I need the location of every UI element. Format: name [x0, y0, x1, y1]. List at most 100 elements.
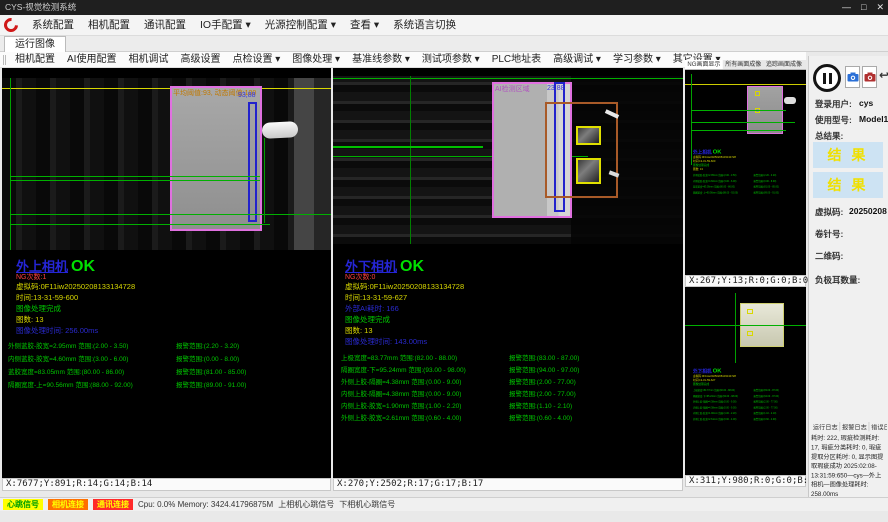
virtual-code-value: 20250208	[849, 206, 887, 216]
mini-measure: 隔圈宽度-上=90.56mm 范围:(88.00 - 92.00)	[693, 190, 753, 194]
close-icon[interactable]: ✕	[876, 0, 884, 15]
camera-record-button[interactable]	[862, 66, 877, 88]
tool-learning-params[interactable]: 学习参数 ▾	[607, 52, 667, 68]
tab-alarm-log[interactable]: 报警日志	[840, 422, 869, 431]
left-cursor-coords: X:7677;Y:891;R:14;G:14;B:14	[2, 478, 331, 491]
middle-camera-image[interactable]: AI检测区域 23.88	[333, 76, 683, 244]
camera-red-icon	[864, 71, 876, 83]
alarm-range: 报警范围:(2.00 - 77.00)	[509, 376, 576, 386]
middle-measure-row: 内侧上胶-隔圈=4.38mm 范围:(0.00 - 9.00) 报警范围:(2.…	[341, 388, 681, 398]
app-window: CYS-视觉检测系统 — □ ✕ 系统配置 相机配置 通讯配置 IO手配置 ▾ …	[0, 0, 888, 522]
side-panel: ↩ 登录用户: cys 使用型号: Model1 总结果: 结 果 结 果 虚拟…	[808, 56, 888, 497]
tool-test-params[interactable]: 测试项参数 ▾	[416, 52, 486, 68]
middle-measure-row: 隔圈宽度-下=95.24mm 范围:(93.00 - 98.00) 报警范围:(…	[341, 364, 681, 374]
result-box-top: 结 果	[813, 142, 883, 168]
left-measure-row: 隔圈宽度-上=90.56mm 范围:(88.00 - 92.00) 报警范围:(…	[8, 379, 328, 389]
tool-image-processing[interactable]: 图像处理 ▾	[286, 52, 346, 68]
green-measure-line	[10, 214, 331, 215]
left-ok-status: OK	[71, 258, 95, 276]
tool-baseline-params[interactable]: 基准线参数 ▾	[346, 52, 416, 68]
middle-measure-row: 外侧上胶-胶宽=2.61mm 范围:(0.60 - 4.00) 报警范围:(0.…	[341, 412, 681, 422]
green-vertical-line	[410, 76, 411, 244]
green-reference-line	[333, 78, 683, 79]
middle-measure-row: 上极宽度=83.77mm 范围:(82.00 - 88.00) 报警范围:(83…	[341, 352, 681, 362]
middle-measure-row: 内侧上胶-胶宽=1.90mm 范围:(1.00 - 2.20) 报警范围:(1.…	[341, 400, 681, 410]
log-text: 耗时: 222, 瑕疵检测耗时: 17, 瑕疵分类耗时: 0, 瑕疵提取分区耗时…	[811, 434, 887, 499]
measure-value: 内侧上胶-隔圈=4.38mm 范围:(0.00 - 9.00)	[341, 388, 509, 398]
mini-measure: 外侧上胶-隔圈=4.38mm 范围:(0.00 - 9.00)	[693, 400, 753, 404]
middle-process-time: 图像处理时间: 143.00ms	[345, 336, 427, 347]
left-time: 时间:13-31-59-600	[16, 292, 78, 303]
left-measure-row: 外侧蓝胶-胶宽=2.95mm 范围:(2.00 - 3.50) 报警范围:(2.…	[8, 340, 328, 350]
mini-alarm: 报警范围:(2.20 - 3.20)	[753, 173, 776, 177]
tool-ai-config[interactable]: AI使用配置	[61, 52, 122, 68]
minimize-icon[interactable]: —	[842, 0, 851, 15]
green-measure-line	[691, 122, 795, 123]
right-bottom-view[interactable]: 外下相机OK 虚拟码:0F11iw20250208133134728 时间:13…	[685, 287, 806, 475]
maximize-icon[interactable]: □	[861, 0, 866, 15]
tool-spot-check[interactable]: 点检设置 ▾	[226, 52, 286, 68]
tool-advanced-debug[interactable]: 高级调试 ▾	[547, 52, 607, 68]
menu-view[interactable]: 查看 ▾	[343, 15, 386, 36]
tab-run-image[interactable]: 运行图像	[4, 36, 66, 52]
mini-measure: 蓝胶宽度=83.05mm 范围:(80.00 - 86.00)	[693, 185, 753, 189]
left-barcode: 虚拟码:0F11iw20250208133134728	[16, 281, 135, 292]
tab-track-images[interactable]: 追踪画面成像	[764, 60, 805, 69]
blue-measure-value: 93,88	[238, 92, 256, 99]
status-bar: 心跳信号 相机连接 通讯连接 Cpu: 0.0% Memory: 3424.41…	[0, 497, 888, 511]
left-process-time: 图像处理时间: 256.00ms	[16, 325, 98, 336]
comm-connect-badge: 通讯连接	[93, 499, 133, 510]
mini-alarm: 报警范围:(1.10 - 2.10)	[753, 411, 776, 415]
mini-alarm: 报警范围:(81.00 - 85.00)	[753, 185, 778, 189]
green-vertical-line	[264, 138, 265, 223]
middle-measure-row: 外侧上胶-隔圈=4.38mm 范围:(0.00 - 9.00) 报警范围:(2.…	[341, 376, 681, 386]
measure-value: 内侧上胶-胶宽=1.90mm 范围:(1.00 - 2.20)	[341, 400, 509, 410]
left-camera-panel[interactable]: 平均阈值:93, 动态阈值:100 93,88 外上相机 OK NG次数:1 虚…	[2, 68, 331, 478]
alarm-range: 报警范围:(89.00 - 91.00)	[176, 379, 246, 389]
middle-ok-status: OK	[400, 258, 424, 276]
back-arrow-icon[interactable]: ↩	[879, 68, 888, 82]
ai-detect-label: AI检测区域	[495, 84, 530, 94]
tool-advanced-settings[interactable]: 高级设置	[174, 52, 226, 68]
middle-camera-panel[interactable]: AI检测区域 23.88 外下相机 OK NG次数:0 虚拟码:0F11iw20…	[333, 68, 683, 478]
upper-camera-heartbeat: 上相机心跳信号	[278, 499, 334, 510]
right-top-view[interactable]: 外上相机OK 虚拟码:0F11iw20250208133134728 时间:13…	[685, 70, 806, 275]
login-user-label: 登录用户:	[815, 98, 852, 110]
tool-plc-table[interactable]: PLC地址表	[486, 52, 547, 68]
tab-all-images[interactable]: 所有画面成像	[723, 60, 764, 69]
mini-electrode-tab	[784, 97, 796, 104]
tool-camera-debug[interactable]: 相机调试	[122, 52, 174, 68]
right-view-tabbar: NG画面显示 所有画面成像 追踪画面成像	[685, 60, 806, 70]
left-measure-row: 内侧蓝胶-胶宽=4.60mm 范围:(3.00 - 6.00) 报警范围:(0.…	[8, 353, 328, 363]
toolbar-grip	[3, 55, 6, 65]
menu-language-switch[interactable]: 系统语言切换	[386, 15, 463, 36]
menu-light-config[interactable]: 光源控制配置 ▾	[258, 15, 343, 36]
menu-camera-config[interactable]: 相机配置	[81, 15, 137, 36]
tool-camera-config[interactable]: 相机配置	[9, 52, 61, 68]
menu-comm-config[interactable]: 通讯配置	[137, 15, 193, 36]
green-vertical-line	[691, 74, 692, 165]
yellow-reference-line	[685, 84, 806, 85]
left-camera-image[interactable]: 平均阈值:93, 动态阈值:100 93,88	[2, 78, 331, 250]
alarm-range: 报警范围:(0.60 - 4.00)	[509, 412, 572, 422]
pause-button[interactable]	[813, 64, 841, 92]
measure-value: 外侧蓝胶-胶宽=2.95mm 范围:(2.00 - 3.50)	[8, 340, 176, 350]
middle-barcode: 虚拟码:0F11iw20250208133134728	[345, 281, 464, 292]
window-title: CYS-视觉检测系统	[5, 2, 76, 12]
menu-io-config[interactable]: IO手配置 ▾	[193, 15, 258, 36]
log-tabbar: 运行日志 报警日志 错误日志	[811, 422, 887, 432]
menu-system-config[interactable]: 系统配置	[25, 15, 81, 36]
tab-ng-display[interactable]: NG画面显示	[685, 60, 723, 69]
blue-measure-value: 23.88	[547, 85, 565, 92]
mini-measure: 内侧上胶-胶宽=1.90mm 范围:(1.00 - 2.20)	[693, 411, 753, 415]
login-user-value: cys	[859, 98, 873, 108]
measure-value: 外侧上胶-胶宽=2.61mm 范围:(0.60 - 4.00)	[341, 412, 509, 422]
tab-error-log[interactable]: 错误日志	[869, 422, 887, 431]
mini-alarm: 报警范围:(94.00 - 97.00)	[753, 394, 778, 398]
camera-capture-button[interactable]	[845, 66, 860, 88]
cpu-memory-text: Cpu: 0.0% Memory: 3424.41796875M	[138, 500, 273, 509]
mini-measure: 上极宽度=83.77mm 范围:(82.00 - 88.00)	[693, 388, 753, 392]
green-measure-line	[691, 130, 786, 131]
tab-run-log[interactable]: 运行日志	[811, 422, 840, 431]
green-measure-line	[333, 146, 483, 148]
